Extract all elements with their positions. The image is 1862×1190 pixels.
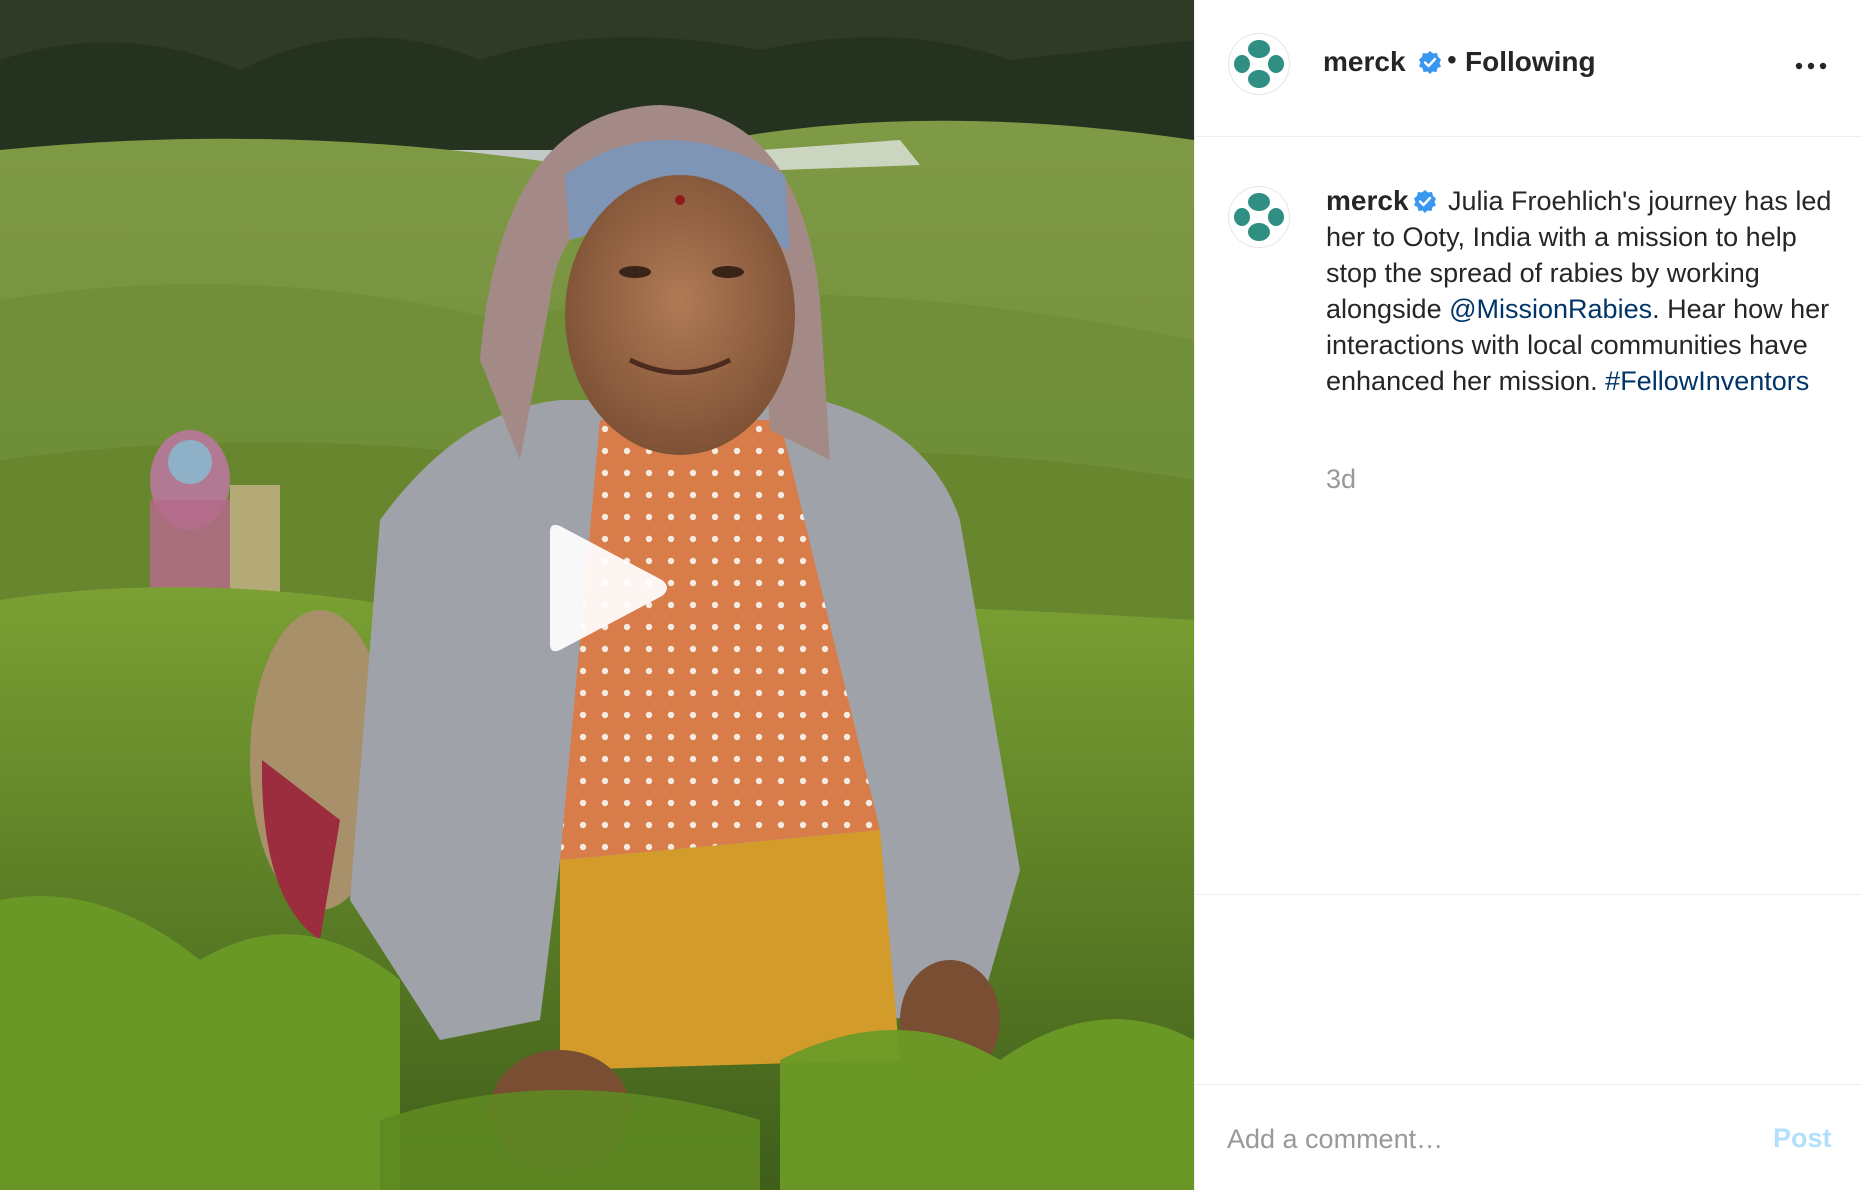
- mention-link[interactable]: @MissionRabies: [1449, 294, 1652, 324]
- verified-badge: [1418, 50, 1442, 76]
- post-comment-button[interactable]: Post: [1773, 1123, 1832, 1154]
- post-media[interactable]: [0, 0, 1194, 1190]
- post-caption: merck Julia Froehlich's journey has led …: [1326, 183, 1836, 399]
- post-side-panel: merck • Following merck Julia Froehlich'…: [1194, 0, 1862, 1190]
- merck-logo-icon: [1230, 35, 1288, 93]
- separator-dot: •: [1447, 44, 1457, 75]
- add-comment-section: Post: [1195, 1084, 1862, 1190]
- more-options-button[interactable]: [1791, 46, 1831, 86]
- following-button[interactable]: Following: [1465, 46, 1596, 78]
- post-header: merck • Following: [1195, 0, 1862, 137]
- caption-username-link[interactable]: merck: [1326, 185, 1409, 216]
- verified-icon: [1413, 190, 1436, 213]
- merck-logo-icon: [1230, 188, 1288, 246]
- play-icon: [550, 524, 667, 652]
- comment-input[interactable]: [1227, 1119, 1727, 1159]
- instagram-post: merck • Following merck Julia Froehlich'…: [0, 0, 1862, 1190]
- verified-icon: [1419, 51, 1441, 74]
- username-link[interactable]: merck: [1323, 46, 1406, 78]
- avatar[interactable]: [1229, 34, 1289, 94]
- post-timestamp[interactable]: 3d: [1326, 464, 1356, 495]
- caption-avatar[interactable]: [1229, 187, 1289, 247]
- more-horizontal-icon: [1795, 62, 1827, 70]
- comments-area: merck Julia Froehlich's journey has led …: [1195, 137, 1862, 895]
- play-button[interactable]: [536, 522, 668, 654]
- hashtag-link[interactable]: #FellowInventors: [1605, 366, 1809, 396]
